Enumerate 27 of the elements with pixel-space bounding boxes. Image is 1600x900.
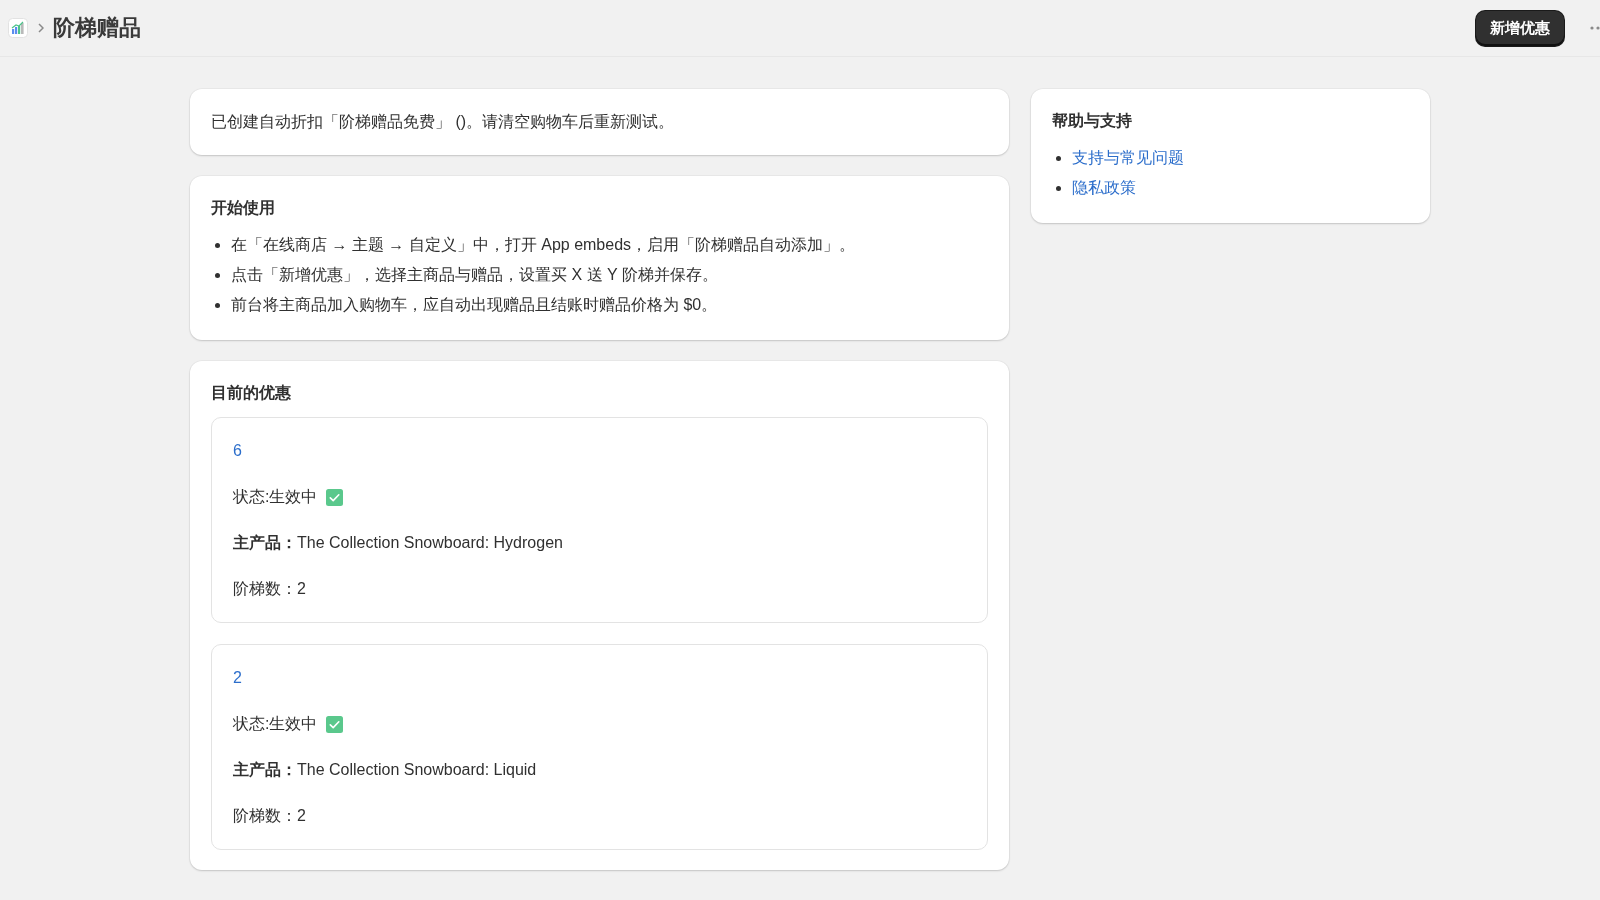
dots-icon[interactable] [1590, 26, 1600, 30]
status-text: 状态:生效中 [233, 487, 318, 507]
new-offer-button[interactable]: 新增优惠 [1476, 10, 1564, 46]
bullet-icon [215, 272, 220, 278]
chevron-right-icon [38, 23, 44, 33]
product-text: 主产品：The Collection Snowboard: Liquid [233, 760, 537, 780]
step-text: 在「在线商店 → 主题 → 自定义」中，打开 App embeds，启用「阶梯赠品自动添加」。 [231, 235, 856, 255]
help-link[interactable]: 支持与常见问题 [1072, 143, 1184, 173]
card-title: 帮助与支持 [1052, 111, 1133, 131]
page-title: 阶梯赠品 [53, 14, 141, 42]
bullet-icon [215, 242, 220, 248]
bullet-icon [1056, 185, 1061, 191]
card-title: 开始使用 [211, 198, 276, 218]
help-link[interactable]: 隐私政策 [1072, 173, 1136, 203]
step-text: 点击「新增优惠」，选择主商品与赠品，设置买 X 送 Y 阶梯并保存。 [231, 265, 718, 285]
product-text: 主产品：The Collection Snowboard: Hydrogen [233, 533, 563, 553]
offer-link[interactable]: 6 [233, 439, 242, 463]
tier-count-text: 阶梯数：2 [233, 579, 306, 599]
offer-link[interactable]: 2 [233, 666, 242, 690]
step-text: 前台将主商品加入购物车，应自动出现赠品且结账时赠品价格为 $0。 [231, 295, 718, 315]
tier-count-text: 阶梯数：2 [233, 806, 306, 826]
bar-chart-icon [8, 18, 28, 38]
bullet-icon [1056, 155, 1061, 161]
bullet-icon [215, 302, 220, 308]
notice-text: 已创建自动折扣「阶梯赠品免费」 ()。请清空购物车后重新测试。 [211, 112, 676, 132]
card-title: 目前的优惠 [211, 383, 292, 403]
status-text: 状态:生效中 [233, 714, 318, 734]
